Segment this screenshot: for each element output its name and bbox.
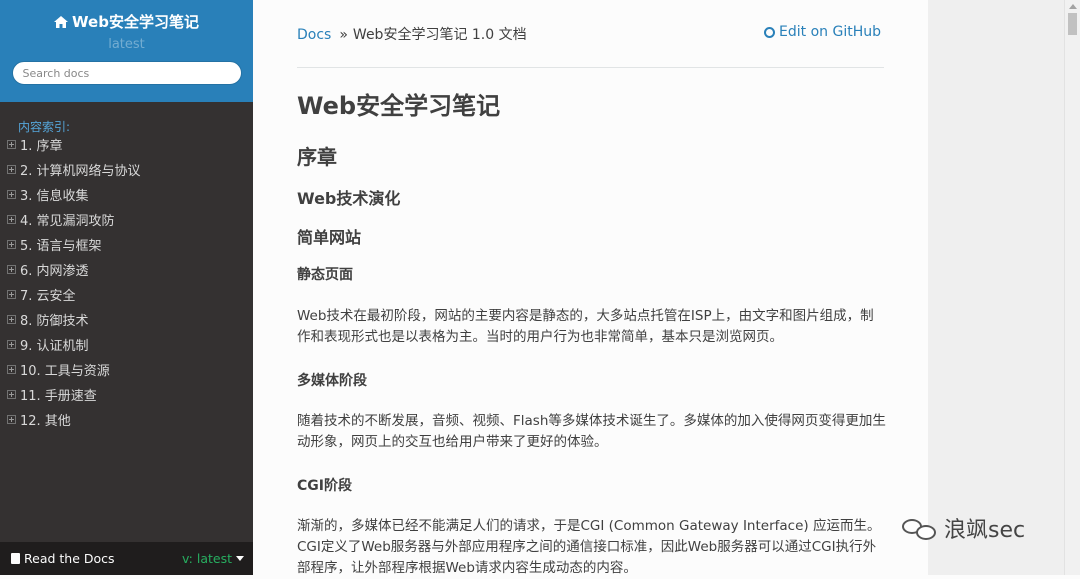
breadcrumb: Docs » Web安全学习笔记 1.0 文档 — [297, 24, 527, 44]
version-label: latest — [108, 37, 145, 52]
expand-icon[interactable] — [7, 240, 16, 249]
heading-cgi: CGI阶段 — [297, 478, 352, 494]
toc-caption: 内容索引: — [18, 120, 71, 134]
scrollbar[interactable] — [1064, 0, 1080, 575]
toc-item[interactable]: 11. 手册速查 — [0, 384, 253, 409]
divider — [297, 67, 884, 68]
main-content: Docs » Web安全学习笔记 1.0 文档 Edit on GitHub Web… — [253, 0, 928, 576]
expand-icon[interactable] — [7, 390, 16, 399]
breadcrumb-current: Web安全学习笔记 1.0 文档 — [352, 27, 527, 43]
toc-list: 1. 序章 2. 计算机网络与协议 3. 信息收集 4. 常见漏洞攻防 5. 语… — [0, 134, 253, 434]
expand-icon[interactable] — [7, 315, 16, 324]
toc-item[interactable]: 5. 语言与框架 — [0, 234, 253, 259]
paragraph-multimedia: 随着技术的不断发展，音频、视频、Flash等多媒体技术诞生了。多媒体的加入使得网… — [297, 413, 886, 450]
toc-item[interactable]: 6. 内网渗透 — [0, 259, 253, 284]
heading-multimedia: 多媒体阶段 — [297, 373, 367, 389]
sidebar: Web安全学习笔记 latest 内容索引: 1. 序章 2. 计算机网络与协议… — [0, 0, 253, 575]
expand-icon[interactable] — [7, 265, 16, 274]
expand-icon[interactable] — [7, 190, 16, 199]
expand-icon[interactable] — [7, 365, 16, 374]
toc-item[interactable]: 10. 工具与资源 — [0, 359, 253, 384]
book-icon — [11, 553, 20, 564]
edit-on-github-link[interactable]: Edit on GitHub — [764, 24, 881, 40]
subsection-heading: Web技术演化 — [297, 189, 401, 208]
sidebar-header: Web安全学习笔记 latest — [0, 0, 253, 102]
github-icon — [764, 27, 776, 38]
toc-item[interactable]: 7. 云安全 — [0, 284, 253, 309]
toc-item[interactable]: 9. 认证机制 — [0, 334, 253, 359]
scrollbar-thumb[interactable] — [1068, 13, 1077, 35]
home-icon — [54, 16, 69, 28]
breadcrumb-docs-link[interactable]: Docs — [297, 27, 331, 43]
expand-icon[interactable] — [7, 140, 16, 149]
heading-static: 静态页面 — [297, 267, 353, 283]
caret-down-icon — [236, 556, 244, 561]
project-home-link[interactable]: Web安全学习笔记 — [54, 0, 199, 32]
toc-item[interactable]: 3. 信息收集 — [0, 184, 253, 209]
page-title: Web安全学习笔记 — [297, 92, 501, 120]
paragraph-cgi: 渐渐的，多媒体已经不能满足人们的请求，于是CGI (Common Gateway… — [297, 518, 881, 576]
breadcrumb-separator: » — [339, 27, 348, 43]
toc-item[interactable]: 8. 防御技术 — [0, 309, 253, 334]
page-margin — [928, 0, 1064, 575]
expand-icon[interactable] — [7, 290, 16, 299]
toc-item[interactable]: 1. 序章 — [0, 134, 253, 159]
wechat-icon — [902, 517, 938, 541]
expand-icon[interactable] — [7, 215, 16, 224]
scroll-up-arrow-icon[interactable] — [1069, 4, 1077, 9]
section-heading: 序章 — [297, 145, 337, 169]
toc-item[interactable]: 12. 其他 — [0, 409, 253, 434]
search-input[interactable] — [11, 61, 242, 85]
project-title: Web安全学习笔记 — [72, 13, 199, 31]
paragraph-static: Web技术在最初阶段，网站的主要内容是静态的，大多站点托管在ISP上，由文字和图… — [297, 308, 874, 345]
toc-item[interactable]: 4. 常见漏洞攻防 — [0, 209, 253, 234]
expand-icon[interactable] — [7, 165, 16, 174]
subsection-heading-site: 简单网站 — [297, 228, 362, 247]
expand-icon[interactable] — [7, 415, 16, 424]
expand-icon[interactable] — [7, 340, 16, 349]
version-selector[interactable]: v: latest — [182, 542, 244, 575]
watermark: 浪飒sec — [902, 512, 1025, 544]
toc-item[interactable]: 2. 计算机网络与协议 — [0, 159, 253, 184]
rtd-label: Read the Docs — [24, 551, 115, 566]
rtd-version-footer[interactable]: Read the Docs v: latest — [0, 542, 253, 575]
document-body: Web安全学习笔记 序章 Web技术演化 简单网站 静态页面 Web技术在最初阶… — [297, 86, 887, 576]
